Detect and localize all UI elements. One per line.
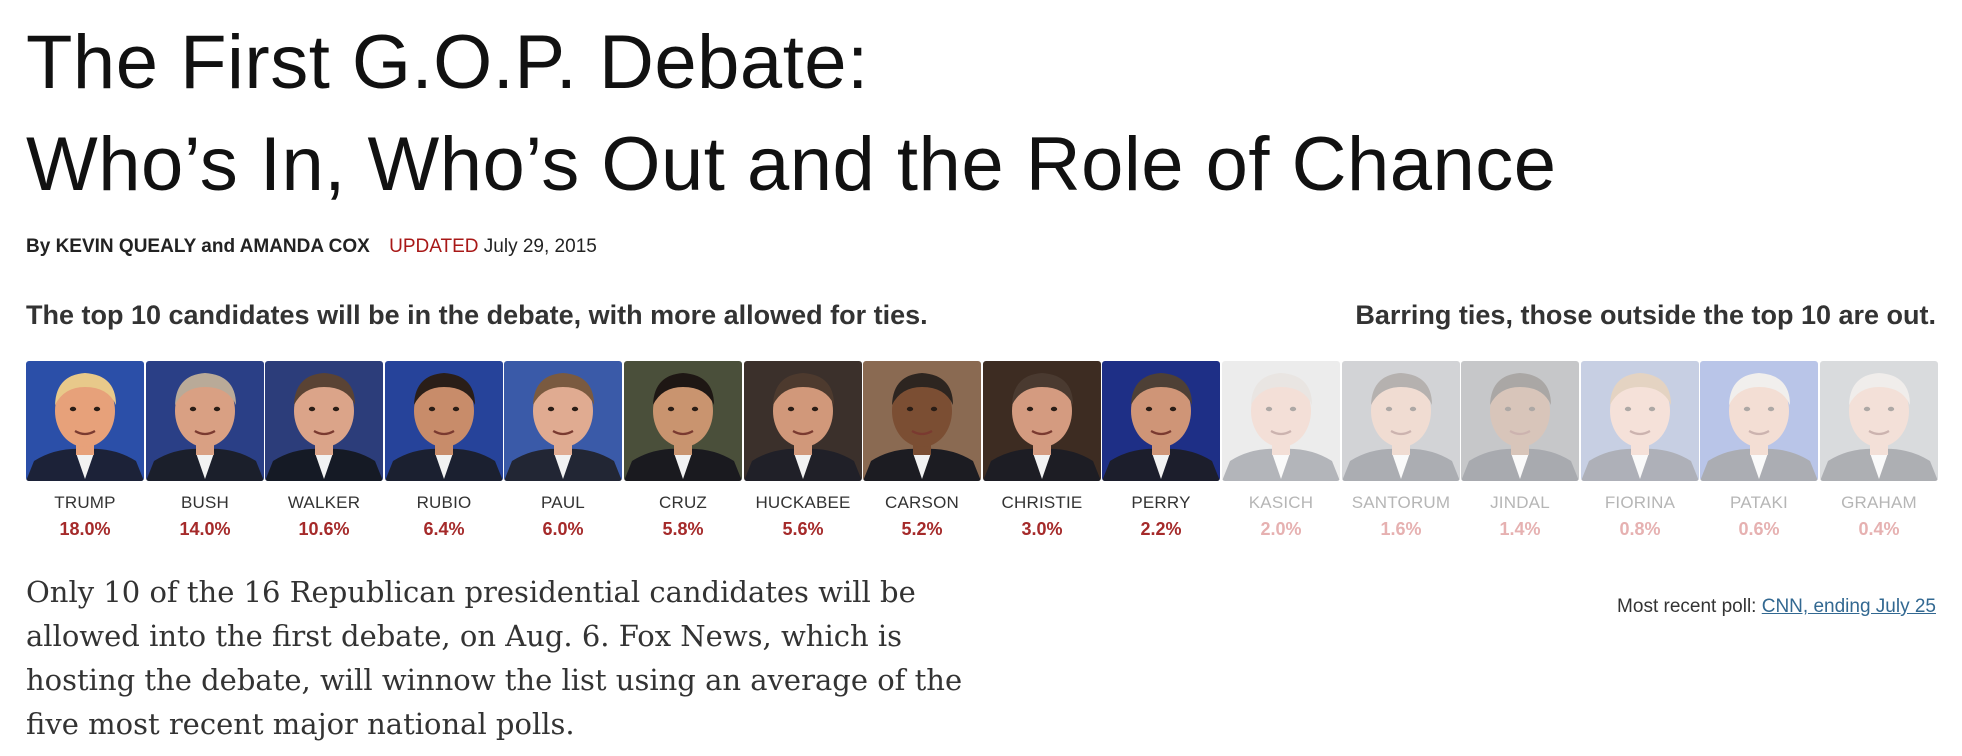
candidate-card: PAUL 6.0% <box>504 361 622 545</box>
candidate-poll-average: 14.0% <box>179 519 231 539</box>
candidate-card: PATAKI 0.6% <box>1700 361 1818 545</box>
candidate-poll-average: 5.8% <box>662 519 704 539</box>
candidate-name: BUSH <box>180 493 230 512</box>
candidate-card: GRAHAM 0.4% <box>1820 361 1938 545</box>
candidate-photo <box>1461 361 1579 481</box>
headline-line-1: The First G.O.P. Debate: <box>26 20 869 105</box>
candidate-name: RUBIO <box>416 493 472 512</box>
candidate-poll-average: 6.0% <box>542 519 584 539</box>
candidate-poll-average: 5.2% <box>901 519 943 539</box>
candidate-card: HUCKABEE 5.6% <box>744 361 862 545</box>
candidate-photo <box>983 361 1101 481</box>
candidate-photo <box>1581 361 1699 481</box>
candidate-photo <box>504 361 622 481</box>
byline-and: and <box>201 236 236 257</box>
candidate-card: FIORINA 0.8% <box>1581 361 1699 545</box>
poll-link[interactable]: CNN, ending July 25 <box>1762 596 1936 617</box>
candidate-name: CHRISTIE <box>1001 493 1083 512</box>
candidate-photo <box>1102 361 1220 481</box>
page-title: The First G.O.P. Debate: Who’s In, Who’s… <box>26 12 1557 216</box>
candidate-photo <box>1342 361 1460 481</box>
candidate-poll-average: 6.4% <box>423 519 465 539</box>
candidate-photo <box>385 361 503 481</box>
headline-line-2: Who’s In, Who’s Out and the Role of Chan… <box>26 122 1557 207</box>
intro-paragraph: Only 10 of the 16 Republican presidentia… <box>26 575 963 741</box>
candidate-card: CARSON 5.2% <box>863 361 981 545</box>
candidate-name: HUCKABEE <box>755 493 851 512</box>
candidate-name: PERRY <box>1131 493 1191 512</box>
candidate-card: JINDAL 1.4% <box>1461 361 1579 545</box>
candidate-card: CHRISTIE 3.0% <box>983 361 1101 545</box>
candidate-photo <box>744 361 862 481</box>
byline-by: By <box>26 236 51 257</box>
candidate-card: BUSH 14.0% <box>146 361 264 545</box>
candidate-poll-average: 0.6% <box>1738 519 1780 539</box>
candidate-name: PATAKI <box>1730 493 1788 512</box>
candidate-poll-average: 3.0% <box>1021 519 1063 539</box>
candidate-name: JINDAL <box>1490 493 1550 512</box>
candidate-card: KASICH 2.0% <box>1222 361 1340 545</box>
candidate-card: PERRY 2.2% <box>1102 361 1220 545</box>
candidate-name: PAUL <box>541 493 585 512</box>
candidate-photo <box>26 361 144 481</box>
candidate-photo <box>863 361 981 481</box>
candidate-name: GRAHAM <box>1841 493 1917 512</box>
candidate-name: SANTORUM <box>1351 493 1451 512</box>
poll-label: Most recent poll: <box>1617 596 1757 617</box>
poll-source: Most recent poll: CNN, ending July 25 <box>1617 596 1936 618</box>
candidate-poll-average: 5.6% <box>782 519 824 539</box>
candidate-photo <box>1700 361 1818 481</box>
subhead-in: The top 10 candidates will be in the deb… <box>26 300 928 330</box>
author-link[interactable]: AMANDA COX <box>240 236 370 257</box>
byline: By KEVIN QUEALY and AMANDA COX UPDATED J… <box>26 236 597 258</box>
subhead-out: Barring ties, those outside the top 10 a… <box>1355 300 1936 330</box>
candidate-photo <box>1222 361 1340 481</box>
candidate-poll-average: 1.6% <box>1380 519 1422 539</box>
candidate-photo <box>1820 361 1938 481</box>
candidate-name: TRUMP <box>54 493 116 512</box>
author-link[interactable]: KEVIN QUEALY <box>56 236 196 257</box>
candidate-poll-average: 10.6% <box>298 519 350 539</box>
candidate-card: TRUMP 18.0% <box>26 361 144 545</box>
candidate-poll-average: 1.4% <box>1499 519 1541 539</box>
updated-date: July 29, 2015 <box>483 236 597 257</box>
candidate-poll-average: 2.2% <box>1140 519 1182 539</box>
candidate-name: FIORINA <box>1604 493 1676 512</box>
updated-label: UPDATED <box>389 236 479 257</box>
candidate-card: SANTORUM 1.6% <box>1342 361 1460 545</box>
candidate-poll-average: 0.8% <box>1619 519 1661 539</box>
candidate-photo <box>265 361 383 481</box>
candidate-photo <box>624 361 742 481</box>
candidate-card: RUBIO 6.4% <box>385 361 503 545</box>
candidate-strip: TRUMP 18.0% BUSH 14.0% WALKER 10.6% RUBIO 6.4% P… <box>26 361 1940 545</box>
candidate-name: CARSON <box>885 493 959 512</box>
candidate-card: CRUZ 5.8% <box>624 361 742 545</box>
candidate-card: WALKER 10.6% <box>265 361 383 545</box>
candidate-poll-average: 2.0% <box>1260 519 1302 539</box>
candidate-name: KASICH <box>1248 493 1314 512</box>
candidate-photo <box>146 361 264 481</box>
candidate-name: WALKER <box>287 493 361 512</box>
candidate-poll-average: 18.0% <box>59 519 111 539</box>
candidate-name: CRUZ <box>658 493 707 512</box>
candidate-poll-average: 0.4% <box>1858 519 1900 539</box>
